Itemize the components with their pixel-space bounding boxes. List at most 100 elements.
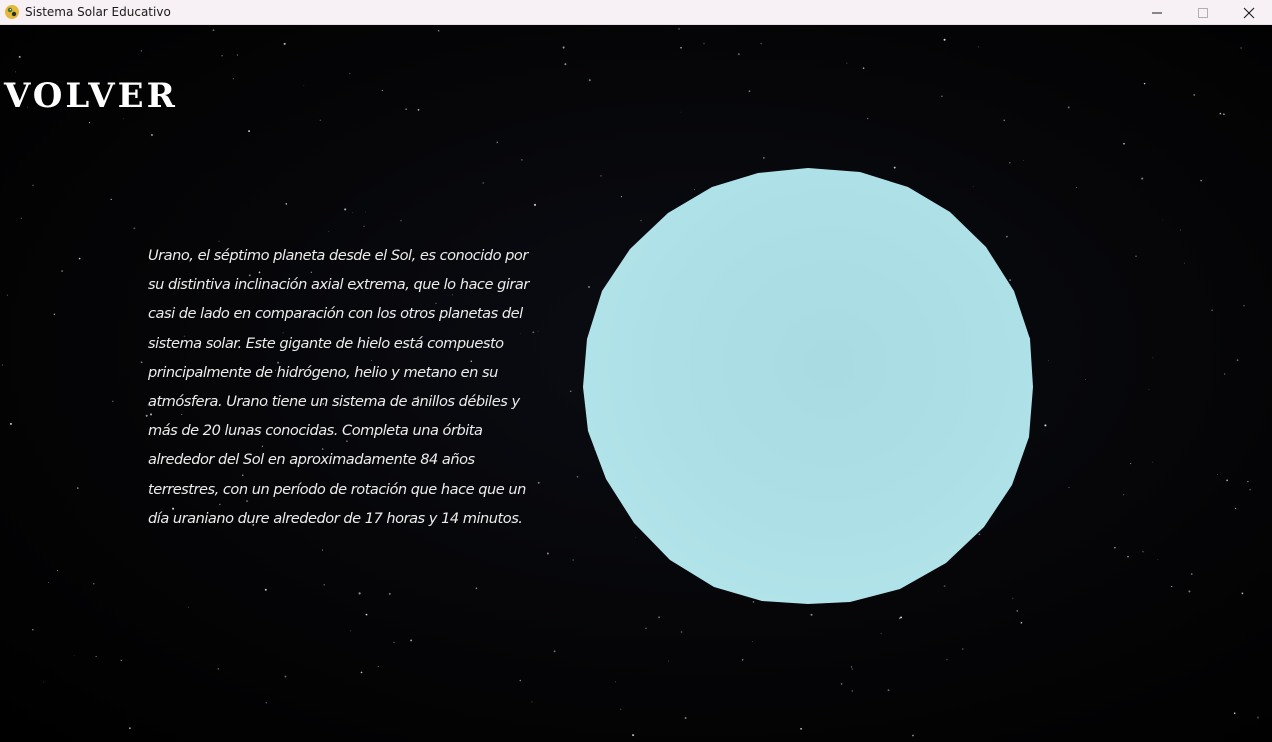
star xyxy=(1016,610,1018,612)
star xyxy=(564,63,567,66)
star xyxy=(1247,480,1249,483)
star xyxy=(1184,262,1186,264)
star xyxy=(88,122,91,124)
star xyxy=(588,79,591,82)
star xyxy=(400,220,402,222)
star xyxy=(850,666,852,668)
title-bar[interactable]: Sistema Solar Educativo xyxy=(0,0,1272,25)
star xyxy=(962,648,964,650)
star xyxy=(57,570,58,572)
star xyxy=(840,683,843,685)
star xyxy=(303,85,305,86)
star xyxy=(212,29,215,31)
star xyxy=(15,71,16,73)
star xyxy=(188,606,190,608)
star xyxy=(748,90,751,92)
star xyxy=(417,109,420,111)
star xyxy=(678,27,681,30)
star xyxy=(645,627,647,630)
star xyxy=(1226,479,1228,482)
star xyxy=(941,95,943,98)
star xyxy=(237,54,238,56)
star xyxy=(217,668,219,670)
star xyxy=(751,640,753,643)
star xyxy=(1084,379,1087,381)
star xyxy=(615,681,616,683)
star xyxy=(150,133,153,137)
star xyxy=(742,659,744,661)
star xyxy=(1241,592,1244,595)
star xyxy=(810,613,813,616)
star xyxy=(128,727,131,730)
star xyxy=(684,716,687,720)
star xyxy=(95,656,97,658)
minimize-button[interactable] xyxy=(1134,0,1180,25)
star xyxy=(388,592,391,595)
star xyxy=(61,270,64,273)
star xyxy=(569,390,572,393)
back-button[interactable]: VOLVER xyxy=(4,79,178,113)
star xyxy=(658,616,661,619)
star xyxy=(1123,494,1125,496)
star xyxy=(140,50,142,52)
star xyxy=(851,690,853,692)
star xyxy=(350,630,352,632)
star xyxy=(519,679,522,682)
star xyxy=(9,422,12,425)
star xyxy=(1130,463,1132,465)
star xyxy=(1127,556,1129,558)
star xyxy=(1224,373,1226,375)
star xyxy=(1020,621,1023,624)
star xyxy=(365,613,368,616)
star xyxy=(1216,473,1218,475)
star xyxy=(53,313,55,315)
star xyxy=(576,475,579,478)
star xyxy=(846,62,848,64)
star xyxy=(1023,160,1025,161)
star xyxy=(1256,716,1260,719)
star xyxy=(1003,119,1005,122)
star xyxy=(496,141,498,143)
star xyxy=(887,689,890,692)
star xyxy=(800,727,803,730)
star xyxy=(32,184,34,186)
star xyxy=(112,400,114,403)
star xyxy=(533,203,537,206)
star xyxy=(319,119,322,122)
star xyxy=(1148,388,1150,390)
star xyxy=(410,639,413,642)
star xyxy=(248,130,251,133)
star xyxy=(531,701,533,703)
star xyxy=(122,118,124,120)
star xyxy=(911,734,914,737)
star xyxy=(43,681,44,683)
star xyxy=(1240,47,1242,49)
star xyxy=(760,42,762,45)
star xyxy=(18,55,21,58)
star xyxy=(78,257,81,260)
star xyxy=(285,203,288,205)
star xyxy=(572,559,575,561)
star xyxy=(349,73,351,75)
maximize-button[interactable] xyxy=(1180,0,1226,25)
window-controls xyxy=(1134,0,1272,25)
star xyxy=(546,552,549,555)
star xyxy=(1067,106,1070,109)
star xyxy=(283,42,286,45)
star xyxy=(221,55,223,57)
star xyxy=(1141,177,1144,180)
star xyxy=(880,633,882,634)
close-button[interactable] xyxy=(1226,0,1272,25)
star xyxy=(32,629,34,631)
star xyxy=(521,159,523,161)
star xyxy=(1044,424,1047,427)
star xyxy=(482,182,485,184)
app-window: Sistema Solar Educativo VOLVER Urano, el… xyxy=(0,0,1272,742)
star xyxy=(851,668,853,670)
star xyxy=(363,225,365,227)
star xyxy=(668,660,669,662)
star xyxy=(1190,573,1193,575)
star xyxy=(76,487,79,489)
star xyxy=(6,294,9,296)
star xyxy=(93,583,95,585)
